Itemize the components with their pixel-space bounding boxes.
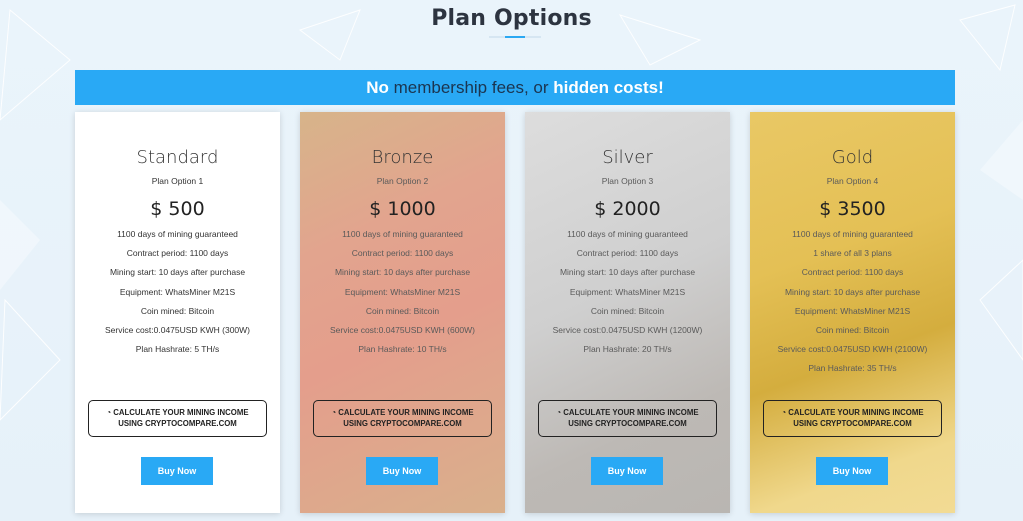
plan-name: Standard: [136, 147, 219, 168]
banner-text-middle: membership fees, or: [388, 78, 554, 97]
plan-subtitle: Plan Option 4: [826, 176, 879, 186]
plan-name: Silver: [602, 147, 653, 168]
feature-item: Service cost:0.0475USD KWH (600W): [329, 324, 476, 335]
buy-now-button[interactable]: Buy Now: [141, 457, 213, 485]
feature-item: Plan Hashrate: 35 TH/s: [808, 363, 897, 374]
plan-price: $ 2000: [594, 198, 661, 220]
calc-line-1: CALCULATE YOUR MINING INCOME: [113, 408, 249, 417]
calc-line-2: USING CRYPTOCOMPARE.COM: [568, 419, 687, 428]
feature-list: 1100 days of mining guaranteed Contract …: [75, 228, 280, 362]
promo-banner: No membership fees, or hidden costs!: [75, 70, 955, 105]
feature-item: Equipment: WhatsMiner M21S: [794, 305, 911, 316]
feature-list: 1100 days of mining guaranteed Contract …: [300, 228, 505, 362]
feature-item: Mining start: 10 days after purchase: [559, 267, 696, 278]
buy-now-button[interactable]: Buy Now: [816, 457, 888, 485]
title-underline: [489, 36, 541, 38]
plan-subtitle: Plan Option 3: [601, 176, 654, 186]
feature-item: 1100 days of mining guaranteed: [792, 229, 913, 239]
calc-line-2: USING CRYPTOCOMPARE.COM: [118, 419, 237, 428]
calc-line-2: USING CRYPTOCOMPARE.COM: [793, 419, 912, 428]
feature-item: 1100 days of mining guaranteed: [117, 229, 238, 239]
plan-card-standard: Standard Plan Option 1 $ 500 1100 days o…: [75, 112, 280, 513]
calc-line-1: CALCULATE YOUR MINING INCOME: [788, 408, 924, 417]
feature-item: Plan Hashrate: 20 TH/s: [583, 344, 672, 355]
plan-card-bronze: Bronze Plan Option 2 $ 1000 1100 days of…: [300, 112, 505, 513]
banner-text-no: No: [366, 78, 389, 97]
feature-item: 1100 days of mining guaranteed: [567, 229, 688, 239]
plan-subtitle: Plan Option 1: [151, 176, 204, 186]
feature-item: Coin mined: Bitcoin: [365, 305, 440, 316]
feature-item: Coin mined: Bitcoin: [815, 324, 890, 335]
plan-card-silver: Silver Plan Option 3 $ 2000 1100 days of…: [525, 112, 730, 513]
feature-item: Service cost:0.0475USD KWH (2100W): [777, 344, 928, 355]
feature-item: Coin mined: Bitcoin: [590, 305, 665, 316]
calc-line-2: USING CRYPTOCOMPARE.COM: [343, 419, 462, 428]
feature-item: Coin mined: Bitcoin: [140, 305, 215, 316]
plan-name: Bronze: [371, 147, 434, 168]
plan-subtitle: Plan Option 2: [376, 176, 429, 186]
feature-item: Mining start: 10 days after purchase: [334, 267, 471, 278]
calculate-income-button[interactable]: ◔ CALCULATE YOUR MINING INCOME USING CRYP…: [88, 400, 267, 437]
gauge-icon: ◔: [331, 408, 337, 417]
feature-item: Plan Hashrate: 5 TH/s: [135, 344, 220, 355]
page-title: Plan Options: [431, 6, 592, 31]
gauge-icon: ◔: [781, 408, 787, 417]
plan-price: $ 500: [150, 198, 205, 220]
calc-line-1: CALCULATE YOUR MINING INCOME: [563, 408, 699, 417]
feature-item: Equipment: WhatsMiner M21S: [119, 286, 236, 297]
calculate-income-button[interactable]: ◔ CALCULATE YOUR MINING INCOME USING CRYP…: [763, 400, 942, 437]
feature-item: Contract period: 1100 days: [576, 248, 679, 259]
calculate-income-button[interactable]: ◔ CALCULATE YOUR MINING INCOME USING CRYP…: [313, 400, 492, 437]
feature-item: Mining start: 10 days after purchase: [109, 267, 246, 278]
feature-item: Equipment: WhatsMiner M21S: [569, 286, 686, 297]
gauge-icon: ◔: [556, 408, 562, 417]
plan-price: $ 3500: [819, 198, 886, 220]
feature-item: Mining start: 10 days after purchase: [784, 286, 921, 297]
calculate-income-button[interactable]: ◔ CALCULATE YOUR MINING INCOME USING CRYP…: [538, 400, 717, 437]
calc-line-1: CALCULATE YOUR MINING INCOME: [338, 408, 474, 417]
gauge-icon: ◔: [106, 408, 112, 417]
feature-item: Contract period: 1100 days: [801, 267, 904, 278]
feature-item: Service cost:0.0475USD KWH (300W): [104, 324, 251, 335]
feature-item: 1 share of all 3 plans: [813, 248, 892, 259]
buy-now-button[interactable]: Buy Now: [591, 457, 663, 485]
feature-item: 1100 days of mining guaranteed: [342, 229, 463, 239]
plan-card-gold: Gold Plan Option 4 $ 3500 1100 days of m…: [750, 112, 955, 513]
plan-price: $ 1000: [369, 198, 436, 220]
feature-list: 1100 days of mining guaranteed Contract …: [525, 228, 730, 362]
feature-item: Equipment: WhatsMiner M21S: [344, 286, 461, 297]
plan-name: Gold: [831, 147, 874, 168]
feature-list: 1100 days of mining guaranteed 1 share o…: [750, 228, 955, 382]
feature-item: Plan Hashrate: 10 TH/s: [358, 344, 447, 355]
feature-item: Contract period: 1100 days: [351, 248, 454, 259]
title-underline-accent: [505, 36, 525, 38]
buy-now-button[interactable]: Buy Now: [366, 457, 438, 485]
feature-item: Contract period: 1100 days: [126, 248, 229, 259]
banner-text-hidden-costs: hidden costs!: [553, 78, 664, 97]
feature-item: Service cost:0.0475USD KWH (1200W): [552, 324, 703, 335]
